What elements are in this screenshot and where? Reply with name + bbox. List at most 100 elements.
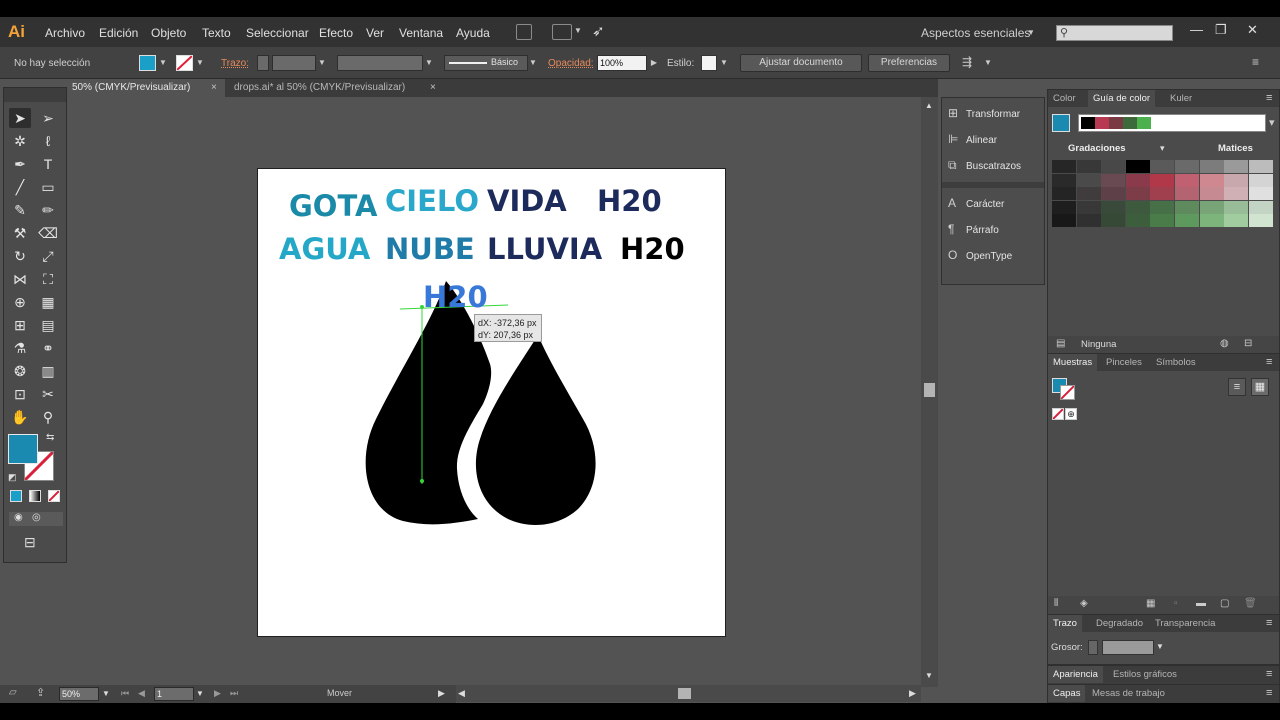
color-guide-tint[interactable] [1076,187,1101,200]
save-group-icon[interactable]: ⊟ [1244,338,1252,349]
registration-swatch[interactable]: ⊕ [1065,408,1077,420]
hand-tool-icon[interactable]: ✋ [9,407,31,427]
status-menu-arrow[interactable]: ▶ [438,688,445,699]
list-view-icon[interactable]: ≡ [1228,378,1246,396]
type-tool-icon[interactable]: T [37,154,59,174]
default-colors-icon[interactable]: ◩ [8,472,17,483]
color-mode-icon[interactable] [10,490,22,502]
slice-tool-icon[interactable]: ✂ [37,384,59,404]
symbol-sprayer-tool-icon[interactable]: ❂ [9,361,31,381]
color-guide-tint[interactable] [1076,160,1101,173]
thumbnail-view-icon[interactable]: ▦ [1251,378,1269,396]
gradient-tool-icon[interactable]: ▤ [37,315,59,335]
dock-align[interactable]: ⊫ Alinear [948,129,997,149]
stroke-stepper[interactable] [257,55,269,71]
color-guide-tint[interactable] [1175,160,1199,173]
horizontal-scrollbar[interactable]: ◀ ▶ [456,685,921,702]
arrange-documents-icon[interactable] [552,24,572,40]
none-mode-icon[interactable] [48,490,60,502]
menu-objeto[interactable]: Objeto [151,26,186,40]
panel-menu-icon[interactable]: ≡ [1266,356,1272,368]
gradations-label[interactable]: Gradaciones [1068,143,1126,154]
color-guide-tint[interactable] [1052,187,1076,200]
chevron-down-icon[interactable]: ▼ [1156,642,1164,651]
pencil-tool-icon[interactable]: ✏ [37,200,59,220]
fill-swatch[interactable] [139,55,156,71]
color-guide-tint[interactable] [1052,214,1076,227]
color-guide-tint[interactable] [1224,160,1249,173]
zoom-field[interactable]: 50% [59,687,99,701]
chevron-down-icon[interactable]: ▼ [196,689,204,698]
chevron-down-icon[interactable]: ▼ [1027,28,1035,37]
tab-kuler[interactable]: Kuler [1165,90,1197,107]
chevron-down-icon[interactable]: ▾ [1160,143,1165,154]
chevron-down-icon[interactable]: ▼ [718,55,730,71]
preferences-button[interactable]: Preferencias [868,54,950,72]
color-guide-tint[interactable] [1175,200,1199,214]
color-guide-tint[interactable] [1224,173,1249,187]
screen-mode-icon[interactable]: ⊟ [24,534,36,551]
menu-archivo[interactable]: Archivo [45,26,85,40]
color-groups-icon[interactable]: ▤ [1056,338,1065,349]
color-guide-tint[interactable] [1052,160,1076,173]
color-guide-tint[interactable] [1076,214,1101,227]
menu-ventana[interactable]: Ventana [399,26,443,40]
close-icon[interactable]: × [211,79,217,97]
scroll-down-icon[interactable]: ▼ [925,671,933,680]
tab-swatches[interactable]: Muestras [1048,354,1098,371]
gpu-icon[interactable]: ▱ [9,687,17,698]
chevron-down-icon[interactable]: ▼ [984,58,992,67]
recolor-icon[interactable]: ◍ [1220,338,1229,349]
color-guide-tint[interactable] [1125,187,1150,200]
minimize-button[interactable]: — [1190,22,1203,37]
color-guide-tint[interactable] [1175,214,1199,227]
color-guide-tint[interactable] [1248,160,1273,173]
base-color-swatch[interactable] [1052,114,1070,132]
lasso-tool-icon[interactable]: ℓ [37,131,59,151]
tools-panel-grip[interactable] [4,88,66,102]
opacity-label[interactable]: Opacidad: [548,58,594,69]
tab-layers[interactable]: Capas [1048,685,1086,702]
word-h20-dragging[interactable]: H20 [423,280,488,314]
menu-texto[interactable]: Texto [202,26,231,40]
first-artboard-icon[interactable]: ⏮ [121,688,129,699]
color-guide-tint[interactable] [1052,200,1076,214]
menu-ayuda[interactable]: Ayuda [456,26,490,40]
arrange-icon[interactable]: ⇶ [962,55,972,69]
color-guide-tint[interactable] [1052,173,1076,187]
tab-gradient[interactable]: Degradado [1091,615,1148,632]
chevron-down-icon[interactable]: ▼ [157,55,169,71]
tab-document-drops[interactable]: drops.ai* al 50% (CMYK/Previsualizar) × [230,79,450,97]
help-search-input[interactable]: ⚲ [1056,25,1173,41]
swap-arrow-icon[interactable]: ⇆ [46,432,54,443]
blend-tool-icon[interactable]: ⚭ [37,338,59,358]
place-swatch-icon[interactable]: ◈ [1080,598,1088,609]
color-guide-tint[interactable] [1101,173,1126,187]
chevron-down-icon[interactable]: ▼ [316,55,328,71]
chevron-down-icon[interactable]: ▼ [423,55,435,71]
weight-stepper[interactable] [1088,640,1098,655]
opacity-field[interactable]: 100% [597,55,647,71]
tab-document-1[interactable]: 50% (CMYK/Previsualizar) × [68,79,225,97]
tab-color-guide[interactable]: Guía de color [1088,90,1156,107]
chevron-down-icon[interactable]: ▼ [527,55,539,71]
variable-width-field[interactable] [337,55,423,71]
color-guide-tint[interactable] [1101,200,1126,214]
none-swatch[interactable] [1052,408,1064,420]
vertical-scroll-thumb[interactable] [924,383,935,397]
new-color-group-icon[interactable]: ▬ [1196,598,1206,609]
last-artboard-icon[interactable]: ⏭ [230,688,238,699]
color-guide-tint[interactable] [1199,187,1224,200]
color-guide-tint[interactable] [1199,160,1224,173]
scroll-right-icon[interactable]: ▶ [909,688,916,699]
color-guide-tint[interactable] [1125,173,1150,187]
fill-color-box[interactable] [8,434,38,464]
color-guide-tint[interactable] [1175,173,1199,187]
tab-brushes[interactable]: Pinceles [1101,354,1147,371]
tab-graphic-styles[interactable]: Estilos gráficos [1108,666,1182,683]
direct-selection-tool-icon[interactable]: ➢ [37,108,59,128]
color-guide-tint[interactable] [1175,187,1199,200]
harmony-rules-strip[interactable] [1078,114,1266,132]
rotate-tool-icon[interactable]: ↻ [9,246,31,266]
zoom-tool-icon[interactable]: ⚲ [37,407,59,427]
